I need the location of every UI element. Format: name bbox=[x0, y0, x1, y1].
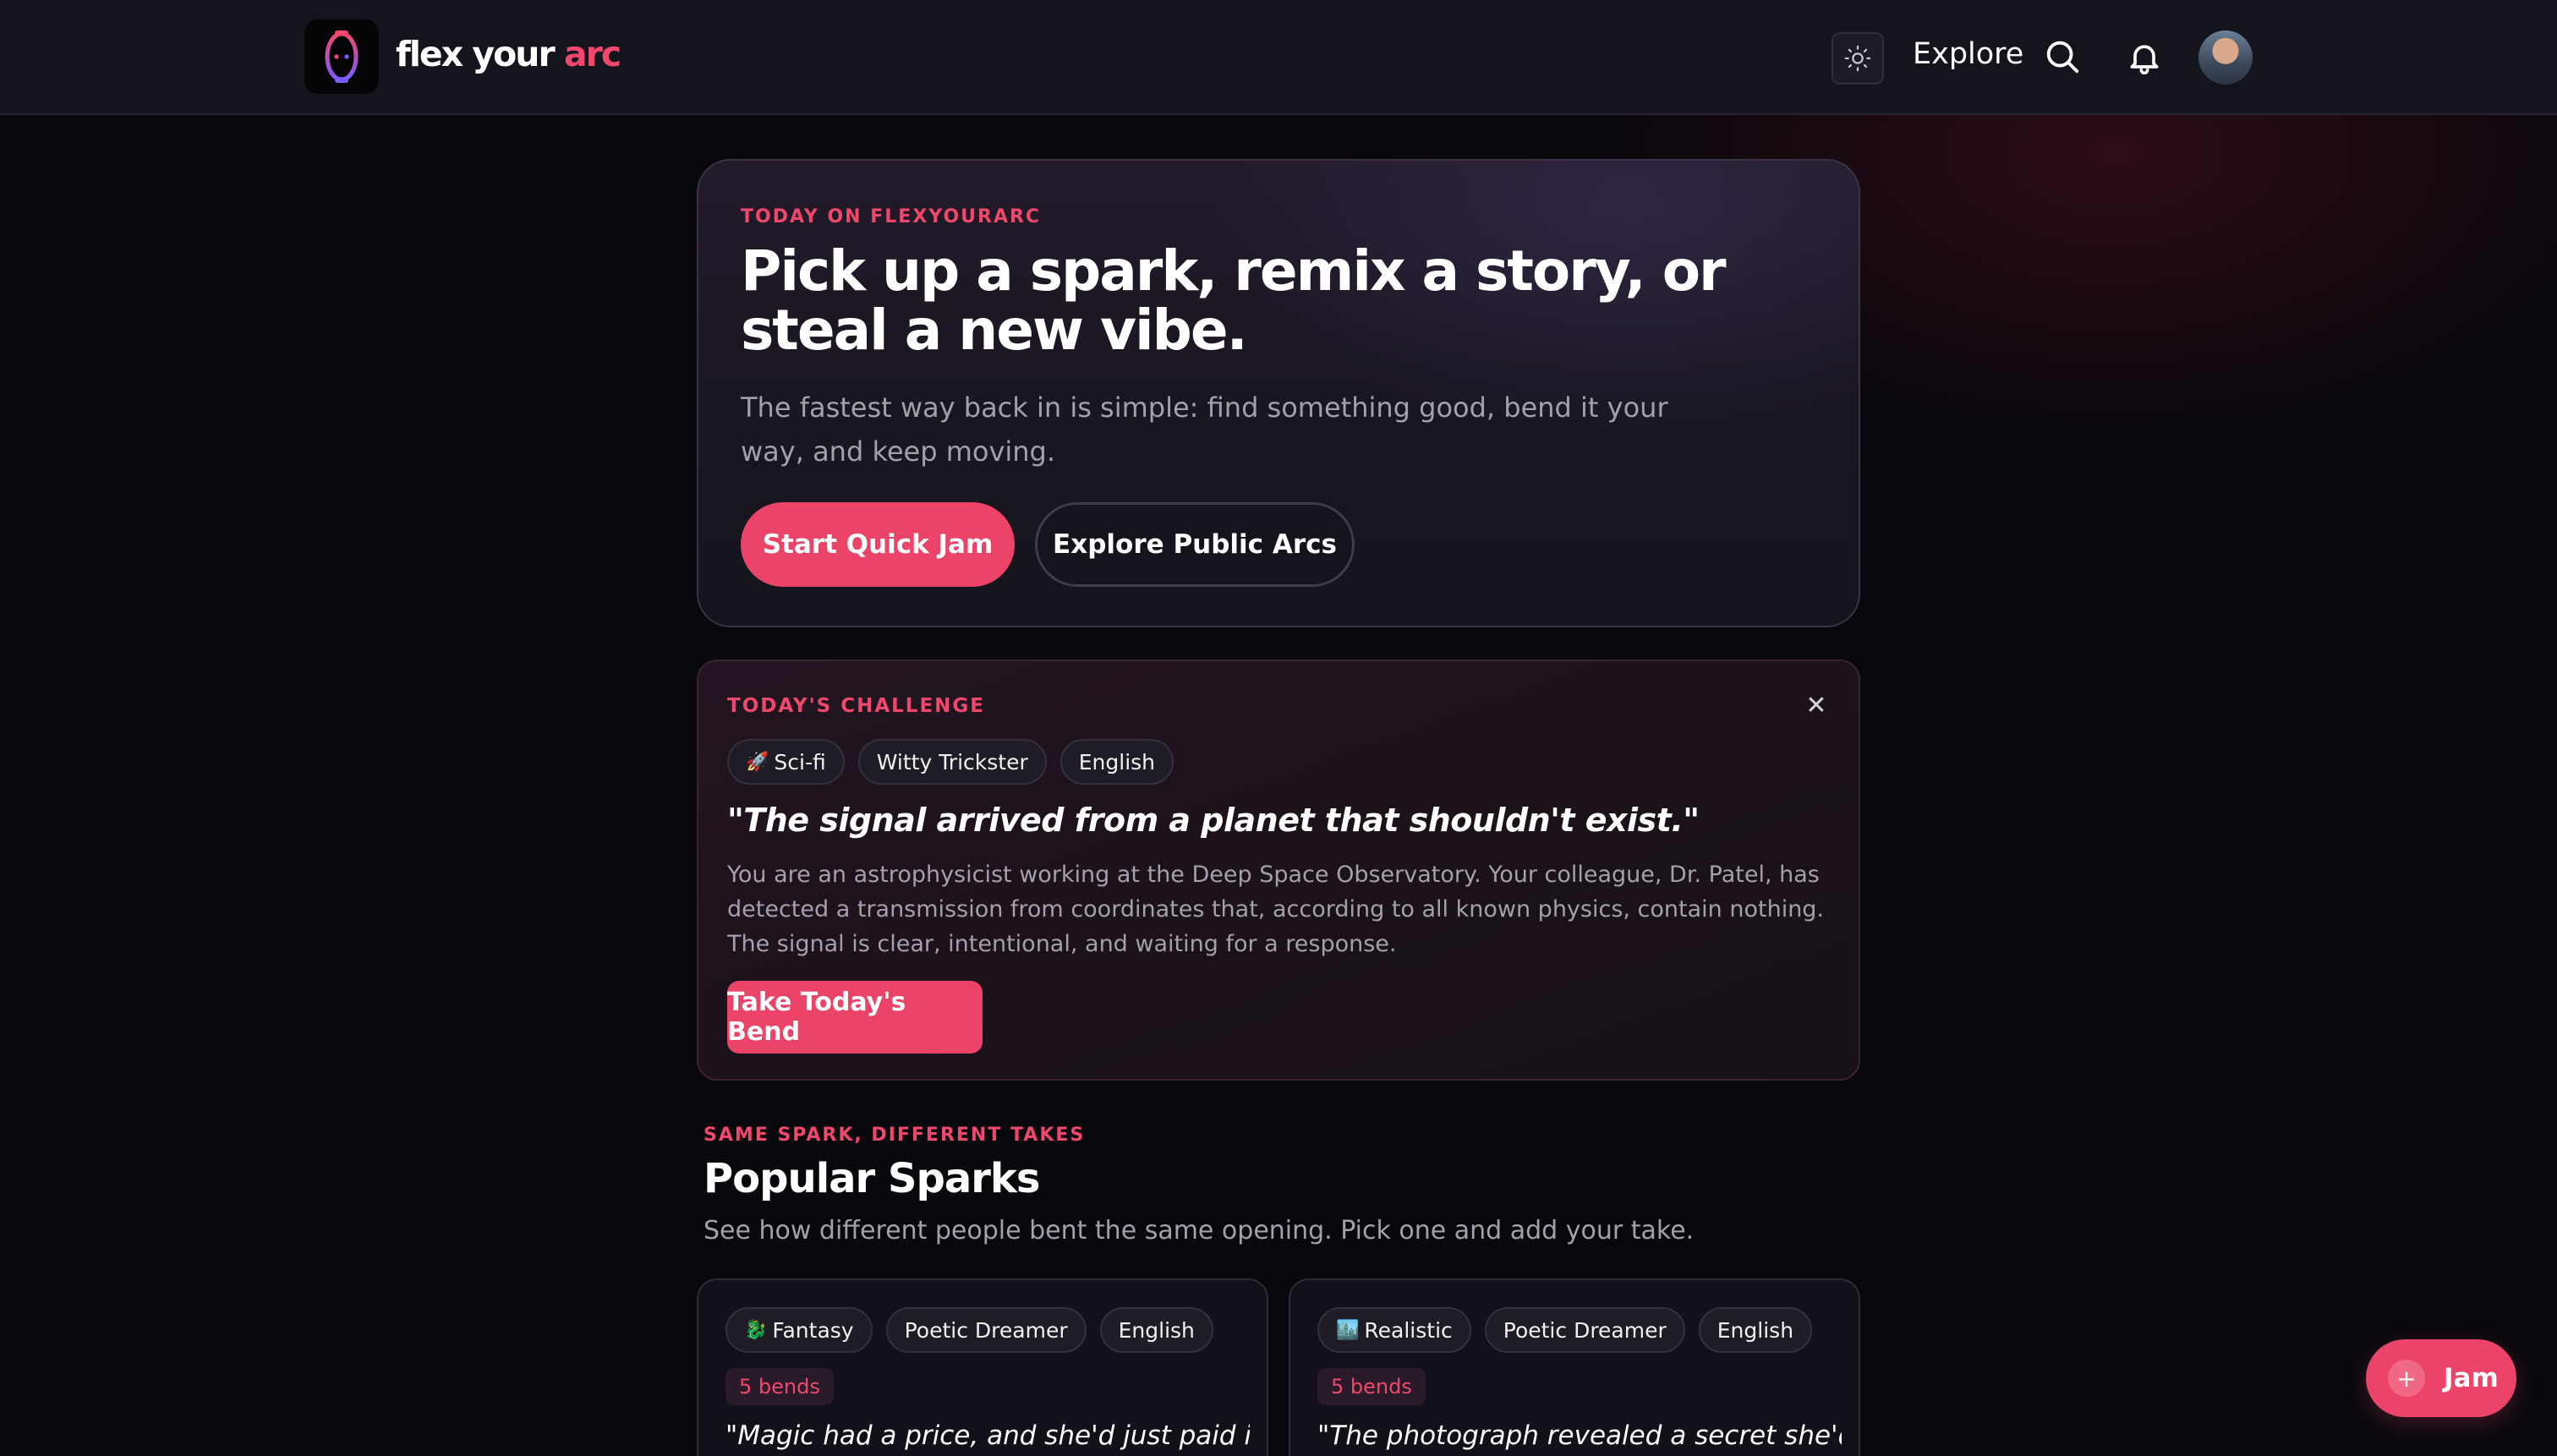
sun-icon bbox=[1844, 45, 1871, 72]
tag-persona[interactable]: Poetic Dreamer bbox=[1484, 1307, 1685, 1353]
bends-count-badge: 5 bends bbox=[1317, 1368, 1426, 1405]
user-avatar[interactable] bbox=[2198, 30, 2253, 85]
todays-challenge-card: TODAY'S CHALLENGE ✕ 🚀 Sci-fi Witty Tricks… bbox=[697, 660, 1860, 1081]
tag-label: English bbox=[1717, 1317, 1794, 1343]
dragon-icon: 🐉 bbox=[744, 1319, 768, 1341]
tag-label: Sci-fi bbox=[774, 749, 826, 775]
tag-genre[interactable]: 🚀 Sci-fi bbox=[727, 739, 845, 785]
quick-jam-fab[interactable]: + Jam bbox=[2366, 1339, 2516, 1417]
nav-explore-link[interactable]: Explore bbox=[1913, 37, 2023, 71]
rocket-icon: 🚀 bbox=[746, 751, 769, 773]
tag-label: Witty Trickster bbox=[876, 749, 1028, 775]
popular-subtitle: See how different people bent the same o… bbox=[704, 1216, 1695, 1245]
bell-icon[interactable] bbox=[2126, 39, 2163, 76]
arc-logo-icon[interactable] bbox=[304, 19, 379, 94]
spark-card[interactable]: 🏙️ Realistic Poetic Dreamer English 5 ben… bbox=[1289, 1278, 1860, 1456]
challenge-description: You are an astrophysicist working at the… bbox=[727, 862, 1825, 957]
hero-eyebrow: TODAY ON FLEXYOURARC bbox=[741, 206, 1042, 227]
hero-subtitle: The fastest way back in is simple: find … bbox=[741, 391, 1668, 468]
brand-accent: arc bbox=[564, 34, 621, 74]
close-icon[interactable]: ✕ bbox=[1801, 690, 1832, 720]
spark-tags: 🏙️ Realistic Poetic Dreamer English bbox=[1317, 1307, 1813, 1353]
challenge-quote: "The signal arrived from a planet that s… bbox=[727, 802, 1700, 839]
spark-quote: "The photograph revealed a secret she'd … bbox=[1317, 1420, 1842, 1451]
tag-persona[interactable]: Poetic Dreamer bbox=[885, 1307, 1087, 1353]
spark-card[interactable]: 🐉 Fantasy Poetic Dreamer English 5 bends … bbox=[697, 1278, 1268, 1456]
challenge-eyebrow: TODAY'S CHALLENGE bbox=[727, 695, 985, 717]
city-icon: 🏙️ bbox=[1336, 1319, 1360, 1341]
brand-wordmark[interactable]: flex your arc bbox=[396, 34, 621, 81]
popular-eyebrow: SAME SPARK, DIFFERENT TAKES bbox=[704, 1125, 1086, 1146]
explore-public-arcs-button[interactable]: Explore Public Arcs bbox=[1035, 502, 1355, 587]
tag-label: English bbox=[1078, 749, 1156, 775]
tag-label: Realistic bbox=[1364, 1317, 1453, 1343]
tag-language[interactable]: English bbox=[1099, 1307, 1213, 1353]
spark-quote: "Magic had a price, and she'd just paid … bbox=[725, 1420, 1250, 1451]
popular-title: Popular Sparks bbox=[704, 1155, 1040, 1202]
tag-genre[interactable]: 🏙️ Realistic bbox=[1317, 1307, 1471, 1353]
fab-label: Jam bbox=[2444, 1363, 2499, 1393]
search-icon[interactable] bbox=[2043, 37, 2082, 76]
hero-card: TODAY ON FLEXYOURARC Pick up a spark, re… bbox=[697, 159, 1860, 627]
bends-count-badge: 5 bends bbox=[725, 1368, 834, 1405]
tag-genre[interactable]: 🐉 Fantasy bbox=[725, 1307, 873, 1353]
tag-label: Fantasy bbox=[772, 1317, 854, 1343]
hero-title: Pick up a spark, remix a story, or steal… bbox=[741, 238, 1727, 363]
take-todays-bend-button[interactable]: Take Today's Bend bbox=[727, 981, 983, 1054]
tag-language[interactable]: English bbox=[1059, 739, 1174, 785]
tag-language[interactable]: English bbox=[1698, 1307, 1813, 1353]
tag-persona[interactable]: Witty Trickster bbox=[857, 739, 1047, 785]
tag-label: Poetic Dreamer bbox=[1503, 1317, 1667, 1343]
challenge-tags: 🚀 Sci-fi Witty Trickster English bbox=[727, 739, 1174, 785]
start-quick-jam-button[interactable]: Start Quick Jam bbox=[741, 502, 1015, 587]
brand-main: flex your bbox=[396, 34, 564, 74]
plus-icon: + bbox=[2388, 1360, 2425, 1397]
theme-toggle-button[interactable] bbox=[1832, 32, 1884, 85]
spark-tags: 🐉 Fantasy Poetic Dreamer English bbox=[725, 1307, 1213, 1353]
top-navigation-bar: flex your arc Explore bbox=[0, 0, 2557, 115]
tag-label: Poetic Dreamer bbox=[904, 1317, 1068, 1343]
tag-label: English bbox=[1118, 1317, 1195, 1343]
